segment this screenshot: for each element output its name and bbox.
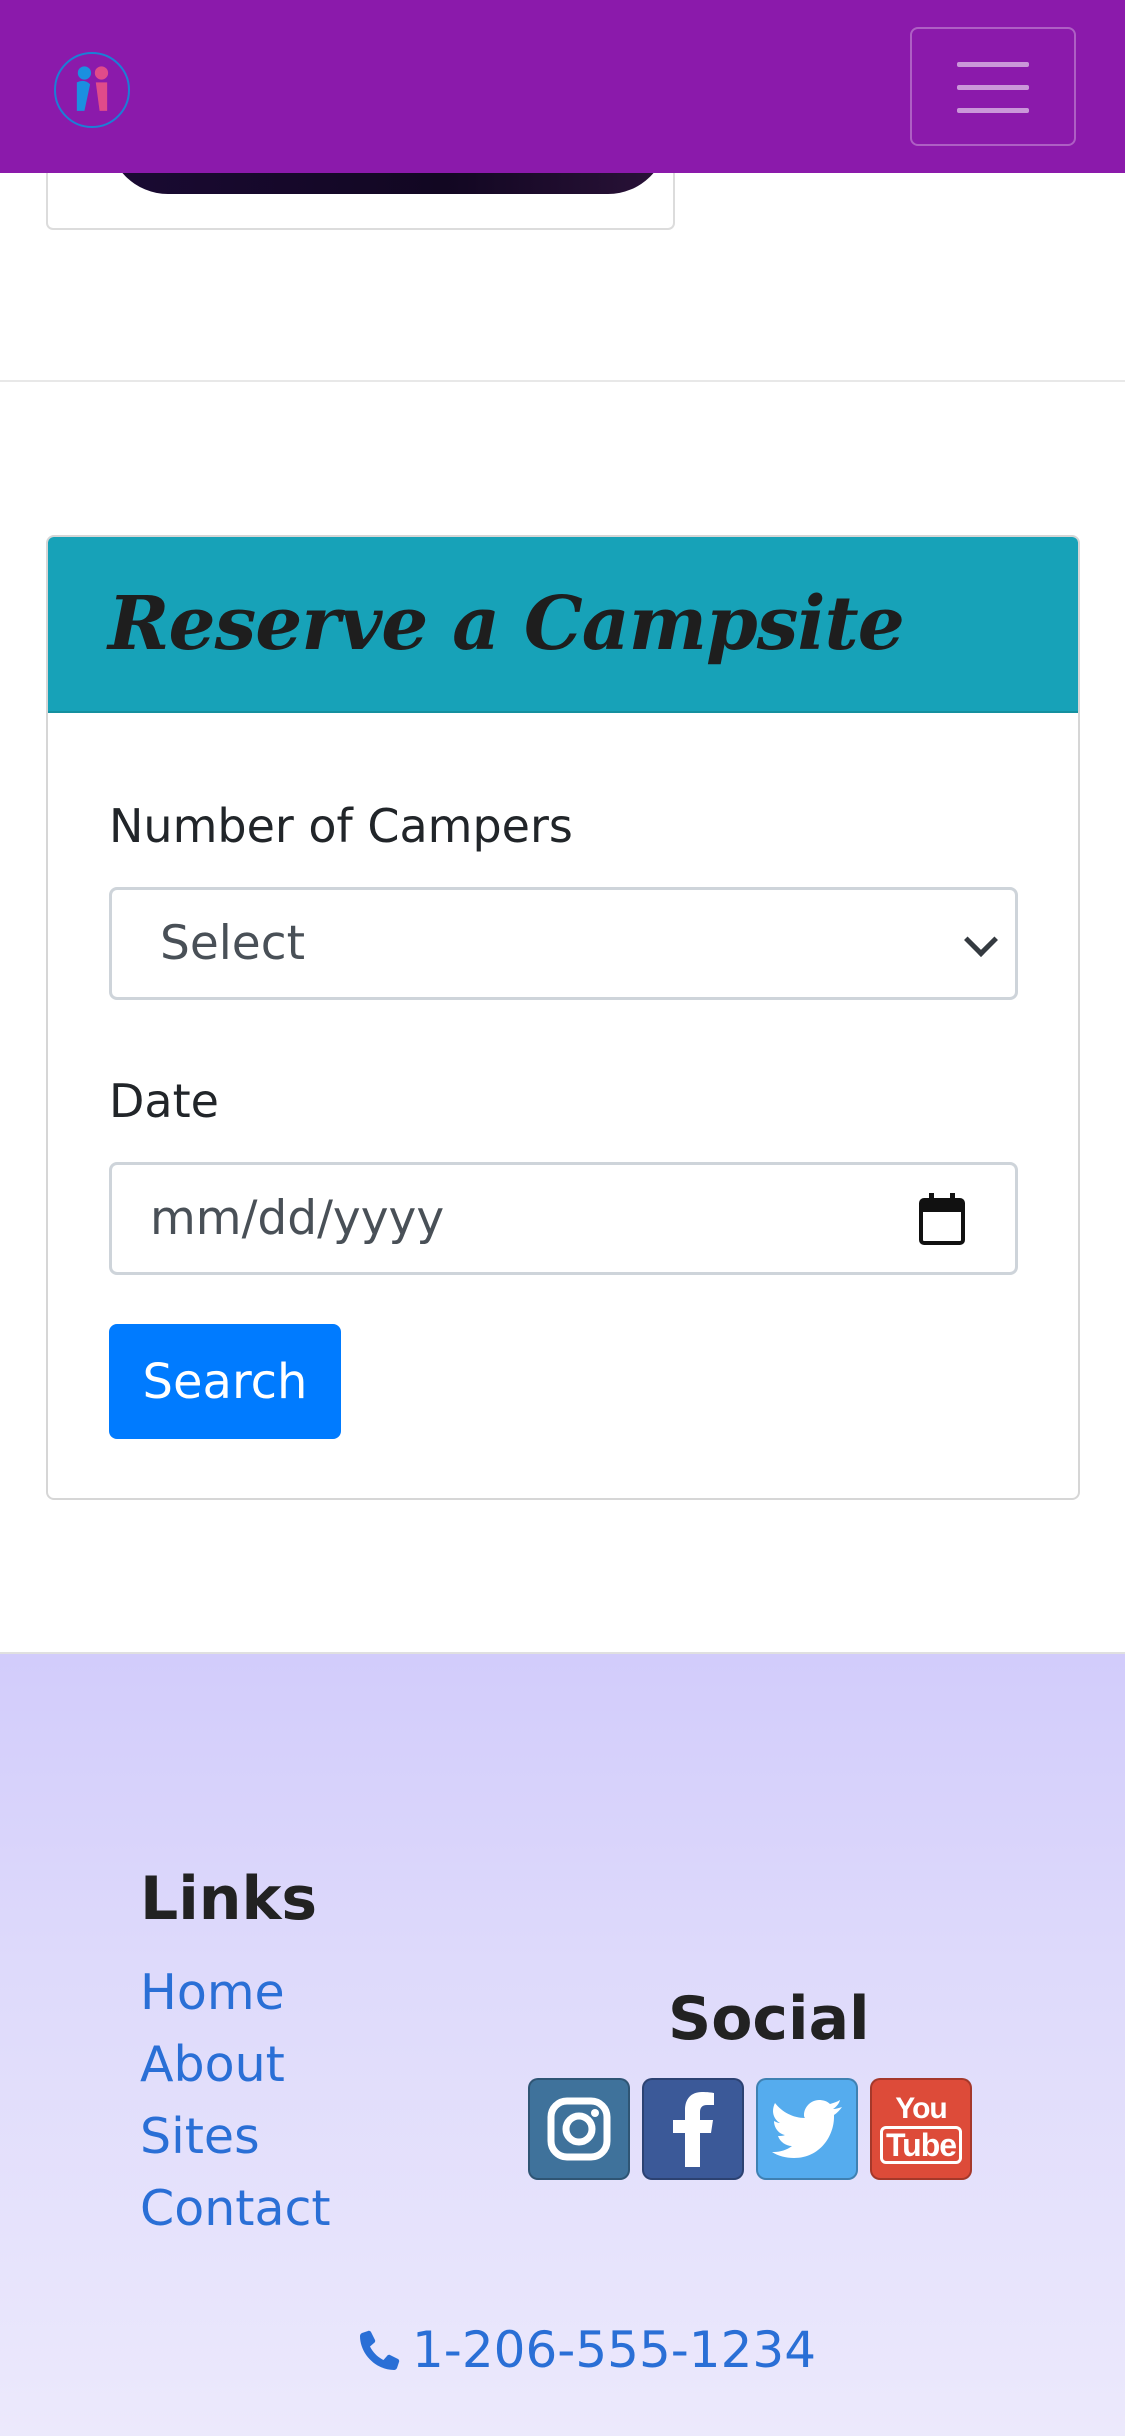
footer: Links Home About Sites Contact Social Yo…	[0, 1652, 1125, 2436]
twitter-icon[interactable]	[756, 2078, 858, 2180]
footer-link-sites[interactable]: Sites	[140, 2108, 260, 2165]
page: Reserve a Campsite Number of Campers Sel…	[0, 0, 1125, 2436]
social-heading: Social	[668, 1984, 870, 2054]
calendar-icon[interactable]	[919, 1193, 965, 1245]
chevron-down-icon	[964, 922, 998, 957]
footer-link-home[interactable]: Home	[140, 1964, 285, 2021]
reserve-card: Reserve a Campsite Number of Campers Sel…	[46, 535, 1080, 1500]
hamburger-icon	[957, 60, 1029, 114]
phone-link[interactable]: 1-206-555-1234	[360, 2321, 816, 2379]
section-divider	[0, 380, 1125, 382]
footer-link-contact[interactable]: Contact	[140, 2180, 331, 2237]
date-label: Date	[109, 1074, 219, 1128]
phone-icon	[360, 2330, 400, 2370]
brand-logo-icon[interactable]	[54, 52, 130, 128]
facebook-icon[interactable]	[642, 2078, 744, 2180]
menu-toggle-button[interactable]	[910, 27, 1076, 146]
reserve-title: Reserve a Campsite	[108, 581, 905, 667]
youtube-icon[interactable]: You Tube	[870, 2078, 972, 2180]
date-input[interactable]: mm/dd/yyyy	[109, 1162, 1018, 1275]
navbar	[0, 0, 1125, 173]
campers-select-value: Select	[160, 916, 305, 971]
youtube-icon-text-top: You	[895, 2092, 947, 2125]
links-heading: Links	[140, 1864, 318, 1934]
search-button[interactable]: Search	[109, 1324, 341, 1439]
instagram-icon[interactable]	[528, 2078, 630, 2180]
footer-link-about[interactable]: About	[140, 2036, 285, 2093]
date-placeholder: mm/dd/yyyy	[150, 1191, 445, 1246]
reserve-card-header: Reserve a Campsite	[48, 537, 1078, 713]
phone-number: 1-206-555-1234	[412, 2321, 817, 2379]
youtube-icon-text-bottom: Tube	[879, 2126, 963, 2164]
campers-label: Number of Campers	[109, 799, 573, 853]
campers-select[interactable]: Select	[109, 887, 1018, 1000]
